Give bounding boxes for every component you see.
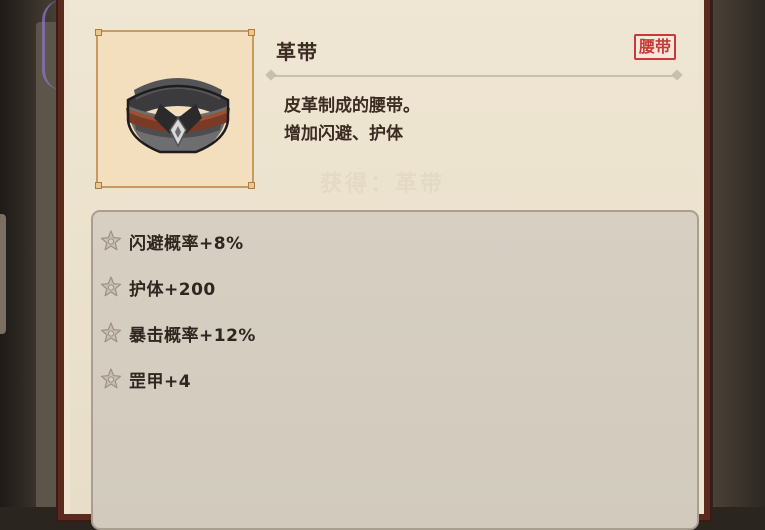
item-name: 革带	[276, 40, 318, 64]
frame-corner	[248, 182, 255, 189]
stat-row: 罡甲+4	[99, 365, 191, 393]
stats-panel: 闪避概率+8% 护体+200 暴击概率+12% 罡甲+4	[91, 210, 699, 530]
item-icon-frame	[95, 29, 255, 189]
frame-corner	[95, 182, 102, 189]
stat-label: 暴击概率+12%	[129, 325, 256, 346]
card-body: 革带 腰带 皮革制成的腰带。 增加闪避、护体 获得：革带 闪避概率+8% 护体+…	[70, 0, 699, 530]
frame-corner	[248, 29, 255, 36]
leather-belt-icon	[126, 78, 230, 154]
item-detail-card: 革带 腰带 皮革制成的腰带。 增加闪避、护体 获得：革带 闪避概率+8% 护体+…	[58, 0, 710, 530]
stat-row: 暴击概率+12%	[99, 319, 256, 347]
stat-row: 护体+200	[99, 273, 216, 301]
stat-label: 罡甲+4	[129, 371, 192, 392]
flower-bullet-icon	[100, 322, 122, 343]
stat-row: 闪避概率+8%	[99, 227, 244, 255]
background-right	[713, 0, 765, 507]
stat-label: 护体+200	[129, 279, 216, 300]
frame-corner	[95, 29, 102, 36]
flower-bullet-icon	[100, 276, 122, 297]
item-type-stamp: 腰带	[633, 34, 676, 60]
background-watermark-text: 获得：革带	[320, 172, 446, 197]
stat-label: 闪避概率+8%	[129, 233, 244, 254]
divider-dot	[671, 69, 683, 81]
flower-bullet-icon	[100, 368, 122, 389]
title-divider	[265, 69, 683, 81]
flower-bullet-icon	[100, 230, 122, 251]
side-tab[interactable]	[0, 214, 6, 334]
divider-dot	[265, 69, 277, 81]
item-description: 皮革制成的腰带。 增加闪避、护体	[284, 92, 420, 148]
description-line: 皮革制成的腰带。	[284, 96, 420, 116]
description-line: 增加闪避、护体	[284, 124, 403, 144]
